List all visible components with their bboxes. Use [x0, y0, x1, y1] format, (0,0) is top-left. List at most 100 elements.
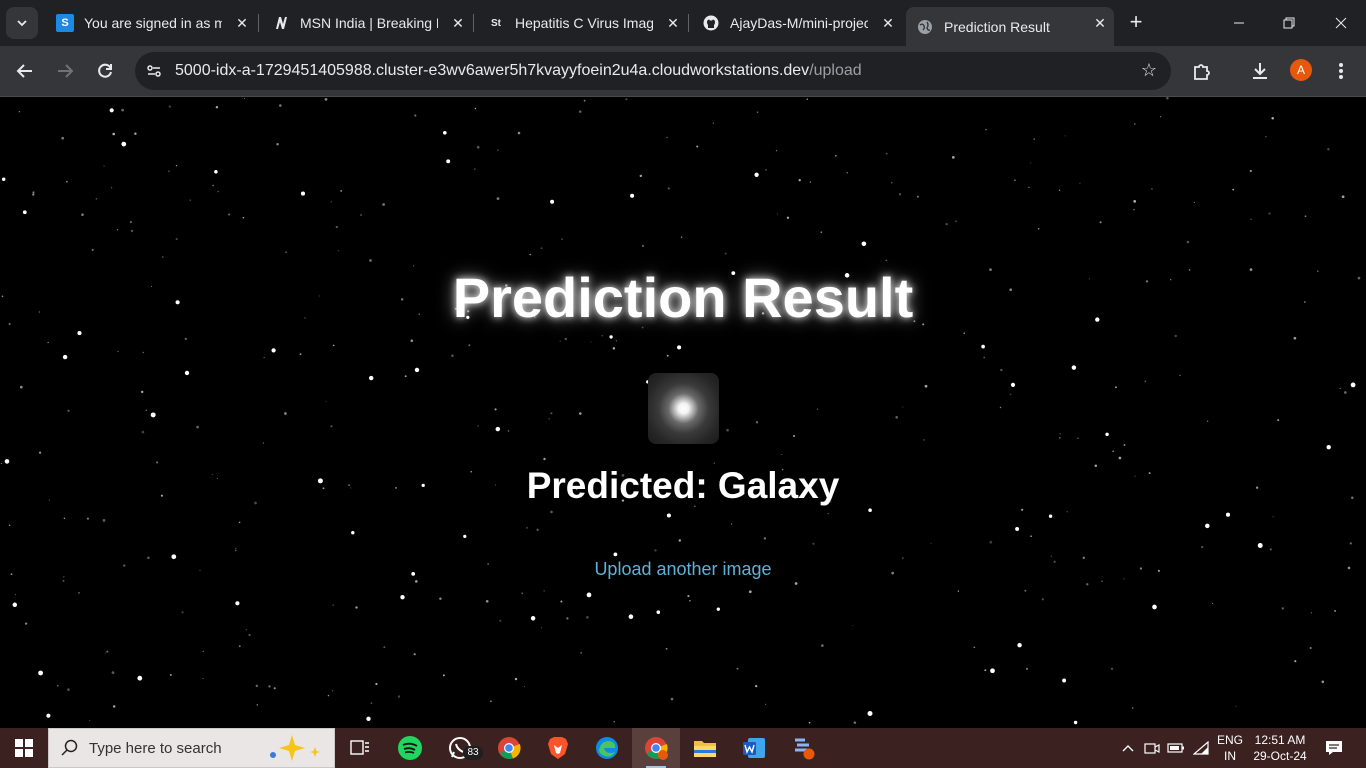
- uploaded-image: [648, 373, 719, 444]
- star: [798, 179, 801, 182]
- windows-taskbar: Type here to search 83 ENG IN 12:51 AM 2…: [0, 728, 1366, 768]
- star: [78, 592, 80, 594]
- star: [91, 248, 94, 251]
- star: [439, 597, 442, 600]
- tab-search-button[interactable]: [6, 7, 38, 39]
- star: [22, 210, 27, 215]
- star: [973, 646, 976, 649]
- close-window-button[interactable]: [1318, 8, 1364, 38]
- star: [62, 579, 65, 582]
- star: [756, 111, 759, 113]
- dev-tool-app[interactable]: [779, 728, 827, 768]
- star: [543, 457, 546, 461]
- star: [111, 671, 115, 674]
- star: [1062, 678, 1067, 683]
- close-icon[interactable]: ✕: [234, 15, 250, 31]
- star: [1235, 705, 1237, 707]
- star: [898, 193, 902, 196]
- chevron-down-icon: [17, 20, 27, 27]
- star: [1272, 516, 1274, 518]
- star: [812, 542, 815, 545]
- back-button[interactable]: [9, 55, 41, 87]
- star: [330, 201, 332, 203]
- forward-button[interactable]: [49, 55, 81, 87]
- chrome-profile-app[interactable]: [632, 728, 680, 768]
- star: [834, 154, 837, 157]
- tab-msn[interactable]: MSN India | Breaking N ✕: [262, 7, 472, 39]
- close-icon[interactable]: ✕: [665, 15, 681, 31]
- file-explorer-app[interactable]: [681, 728, 729, 768]
- star: [1064, 135, 1066, 137]
- star: [150, 412, 156, 418]
- star: [181, 611, 184, 614]
- star: [235, 547, 237, 549]
- star: [1015, 527, 1020, 531]
- star: [696, 145, 699, 148]
- brave-app[interactable]: [534, 728, 582, 768]
- star: [540, 247, 543, 250]
- reload-button[interactable]: [89, 55, 121, 87]
- close-icon[interactable]: ✕: [450, 15, 466, 31]
- star: [827, 513, 829, 515]
- profile-avatar[interactable]: A: [1290, 59, 1312, 81]
- task-view-button[interactable]: [336, 728, 384, 768]
- taskbar-clock[interactable]: 12:51 AM 29-Oct-24: [1248, 732, 1312, 764]
- extensions-button[interactable]: [1186, 55, 1218, 87]
- star: [142, 351, 144, 354]
- notifications-button[interactable]: [1320, 728, 1348, 768]
- restore-button[interactable]: [1266, 8, 1312, 38]
- tab-strip: S You are signed in as m ✕ MSN India | B…: [0, 0, 1366, 46]
- taskbar-search[interactable]: Type here to search: [48, 728, 335, 768]
- star: [775, 150, 778, 152]
- star: [81, 213, 84, 216]
- meet-now-icon[interactable]: [1142, 728, 1162, 768]
- edge-app[interactable]: [583, 728, 631, 768]
- language-indicator[interactable]: ENG IN: [1212, 732, 1248, 764]
- star: [536, 528, 539, 531]
- star: [1021, 508, 1024, 511]
- star: [514, 677, 518, 681]
- star: [1144, 380, 1147, 383]
- wifi-icon[interactable]: [1190, 728, 1212, 768]
- downloads-button[interactable]: [1244, 55, 1276, 87]
- close-icon[interactable]: ✕: [1092, 15, 1108, 31]
- start-button[interactable]: [0, 728, 48, 768]
- star: [1326, 445, 1331, 450]
- tab-divider: [473, 14, 474, 32]
- bookmark-star-icon[interactable]: ☆: [1141, 60, 1157, 81]
- spotify-app[interactable]: [386, 728, 434, 768]
- battery-icon[interactable]: [1166, 728, 1186, 768]
- show-hidden-icons[interactable]: [1118, 728, 1138, 768]
- close-icon[interactable]: ✕: [880, 15, 896, 31]
- star: [1077, 437, 1079, 439]
- minimize-button[interactable]: [1216, 8, 1262, 38]
- word-app[interactable]: [730, 728, 778, 768]
- tab-hepatitis[interactable]: St Hepatitis C Virus Image ✕: [477, 7, 687, 39]
- star: [1232, 188, 1235, 191]
- star: [184, 337, 188, 341]
- tab-github[interactable]: AjayDas-M/mini-projec ✕: [692, 7, 902, 39]
- tab-signed-in[interactable]: S You are signed in as m ✕: [46, 7, 256, 39]
- language-primary: ENG: [1216, 733, 1243, 747]
- star: [189, 199, 191, 201]
- upload-another-link[interactable]: Upload another image: [594, 559, 771, 579]
- new-tab-button[interactable]: +: [1124, 11, 1148, 35]
- star: [1133, 200, 1137, 203]
- tab-prediction-result[interactable]: Prediction Result ✕: [906, 7, 1114, 46]
- url-host: 5000-idx-a-1729451405988.cluster-e3wv6aw…: [175, 62, 810, 79]
- chrome-app[interactable]: [485, 728, 533, 768]
- site-settings-icon[interactable]: [143, 60, 165, 82]
- star: [1028, 186, 1030, 189]
- address-bar[interactable]: 5000-idx-a-1729451405988.cluster-e3wv6aw…: [135, 52, 1171, 90]
- github-icon: [702, 14, 720, 32]
- edge-icon: [596, 737, 618, 759]
- star: [212, 184, 214, 187]
- star: [924, 384, 928, 388]
- star: [1073, 720, 1078, 725]
- whatsapp-app[interactable]: 83: [436, 728, 484, 768]
- star: [276, 143, 279, 146]
- star: [410, 339, 414, 343]
- star: [1123, 444, 1126, 446]
- folder-icon: [694, 741, 716, 757]
- menu-button[interactable]: [1325, 55, 1357, 87]
